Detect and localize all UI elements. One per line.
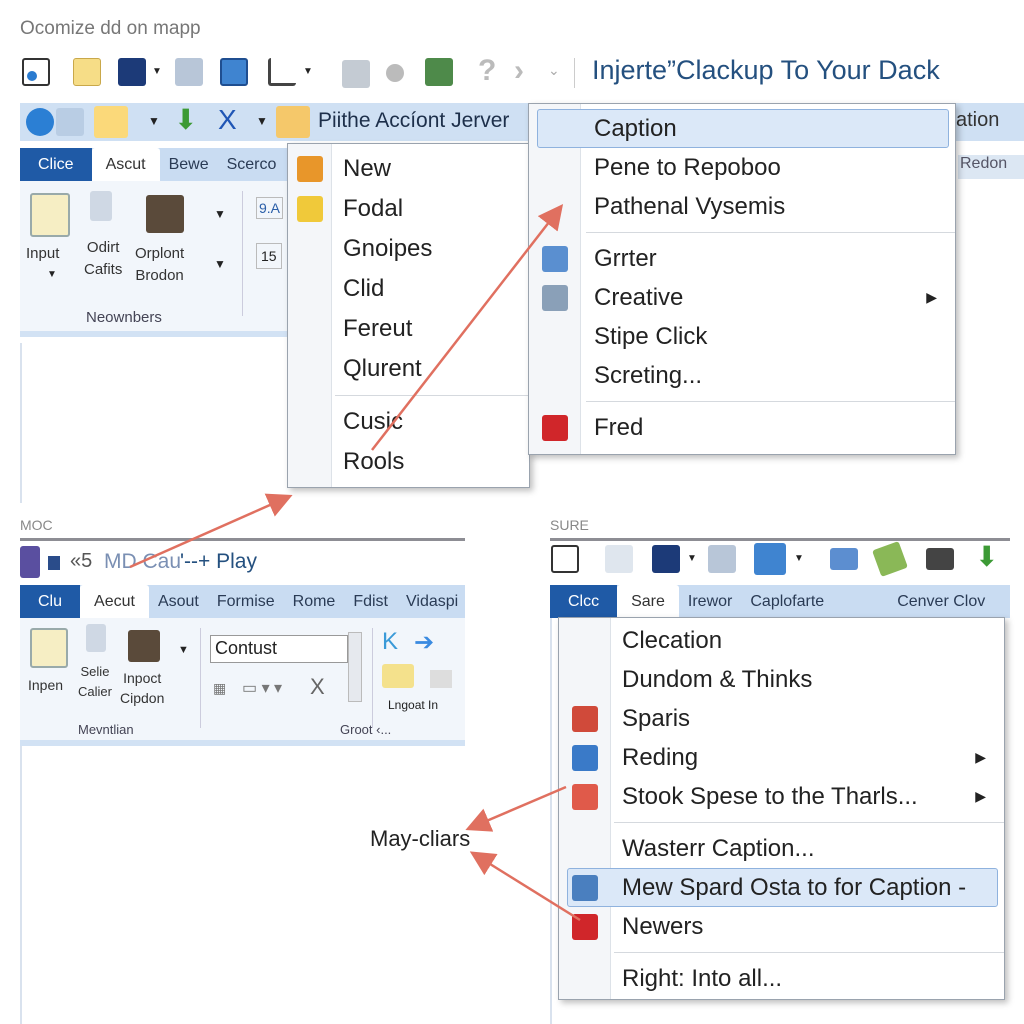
annotation-arrows <box>129 204 581 922</box>
arrow-to-newers <box>469 851 581 922</box>
arrow-to-menu2 <box>371 204 564 451</box>
arrow-to-stook <box>465 785 567 832</box>
arrow-to-menu1 <box>129 493 293 569</box>
